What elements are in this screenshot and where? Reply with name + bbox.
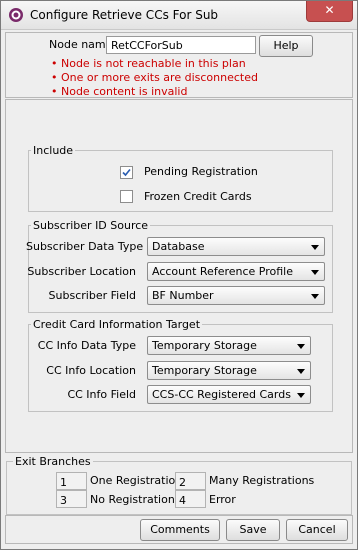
subscriber-id-group-title: Subscriber ID Source	[31, 219, 151, 232]
checkmark-icon	[122, 168, 131, 177]
chevron-down-icon	[297, 369, 305, 374]
help-button-label: Help	[273, 39, 299, 52]
node-name-value: RetCCForSub	[111, 39, 183, 52]
save-button[interactable]: Save	[226, 519, 280, 541]
cc-info-data-type-select[interactable]: Temporary Storage	[147, 336, 311, 355]
cc-info-field-value: CCS-CC Registered Cards	[152, 388, 291, 401]
exit-number: 3	[56, 490, 87, 508]
node-header-panel: Node name RetCCForSub Help • Node is not…	[5, 32, 353, 98]
frozen-credit-cards-label: Frozen Credit Cards	[144, 190, 252, 203]
chevron-down-icon	[297, 393, 305, 398]
settings-panel: Include Pending Registration Frozen Cred…	[5, 99, 353, 453]
cc-info-field-select[interactable]: CCS-CC Registered Cards	[147, 385, 311, 404]
comments-button[interactable]: Comments	[140, 519, 220, 541]
cc-info-data-type-value: Temporary Storage	[152, 339, 257, 352]
save-button-label: Save	[239, 523, 267, 536]
include-group-title: Include	[31, 144, 76, 157]
subscriber-field-select[interactable]: BF Number	[147, 286, 325, 305]
error-message: • One or more exits are disconnected	[51, 71, 258, 84]
exit-number: 2	[175, 472, 206, 490]
comments-button-label: Comments	[150, 523, 210, 536]
node-name-label: Node name	[49, 38, 113, 51]
chevron-down-icon	[311, 294, 319, 299]
cc-info-field-label: CC Info Field	[67, 388, 136, 401]
cc-target-group-title: Credit Card Information Target	[31, 318, 203, 331]
cc-info-data-type-label: CC Info Data Type	[37, 339, 136, 352]
help-button[interactable]: Help	[259, 35, 313, 57]
chevron-down-icon	[311, 245, 319, 250]
subscriber-data-type-select[interactable]: Database	[147, 237, 325, 256]
pending-registration-checkbox[interactable]	[120, 166, 133, 179]
subscriber-location-label: Subscriber Location	[27, 265, 136, 278]
close-button[interactable]: ✕	[306, 1, 353, 22]
cc-info-location-select[interactable]: Temporary Storage	[147, 361, 311, 380]
subscriber-field-label: Subscriber Field	[48, 289, 136, 302]
frozen-credit-cards-checkbox[interactable]	[120, 190, 133, 203]
window-title: Configure Retrieve CCs For Sub	[30, 8, 219, 22]
exit-branches-title: Exit Branches	[13, 455, 93, 468]
exit-label: No Registrations	[90, 493, 181, 506]
cancel-button-label: Cancel	[298, 523, 336, 536]
cc-info-location-label: CC Info Location	[46, 364, 136, 377]
app-logo-icon	[9, 8, 23, 22]
chevron-down-icon	[311, 270, 319, 275]
dialog-window: Configure Retrieve CCs For Sub ✕ Node na…	[0, 0, 358, 550]
cc-info-location-value: Temporary Storage	[152, 364, 257, 377]
footer-bar: Comments Save Cancel	[5, 515, 353, 544]
error-message: • Node content is invalid	[51, 85, 188, 98]
subscriber-location-select[interactable]: Account Reference Profile	[147, 262, 325, 281]
error-message: • Node is not reachable in this plan	[51, 57, 246, 70]
chevron-down-icon	[297, 344, 305, 349]
node-name-input[interactable]: RetCCForSub	[106, 36, 256, 54]
subscriber-data-type-label: Subscriber Data Type	[26, 240, 144, 253]
exit-label: Many Registrations	[209, 474, 315, 487]
subscriber-data-type-value: Database	[152, 240, 205, 253]
title-bar[interactable]: Configure Retrieve CCs For Sub ✕	[1, 1, 357, 30]
exit-number: 1	[56, 472, 87, 490]
exit-label: Error	[209, 493, 236, 506]
subscriber-field-value: BF Number	[152, 289, 214, 302]
cancel-button[interactable]: Cancel	[286, 519, 348, 541]
exit-label: One Registration	[90, 474, 183, 487]
pending-registration-label: Pending Registration	[144, 165, 258, 178]
close-icon: ✕	[324, 3, 335, 17]
subscriber-location-value: Account Reference Profile	[152, 265, 294, 278]
exit-number: 4	[175, 490, 206, 508]
